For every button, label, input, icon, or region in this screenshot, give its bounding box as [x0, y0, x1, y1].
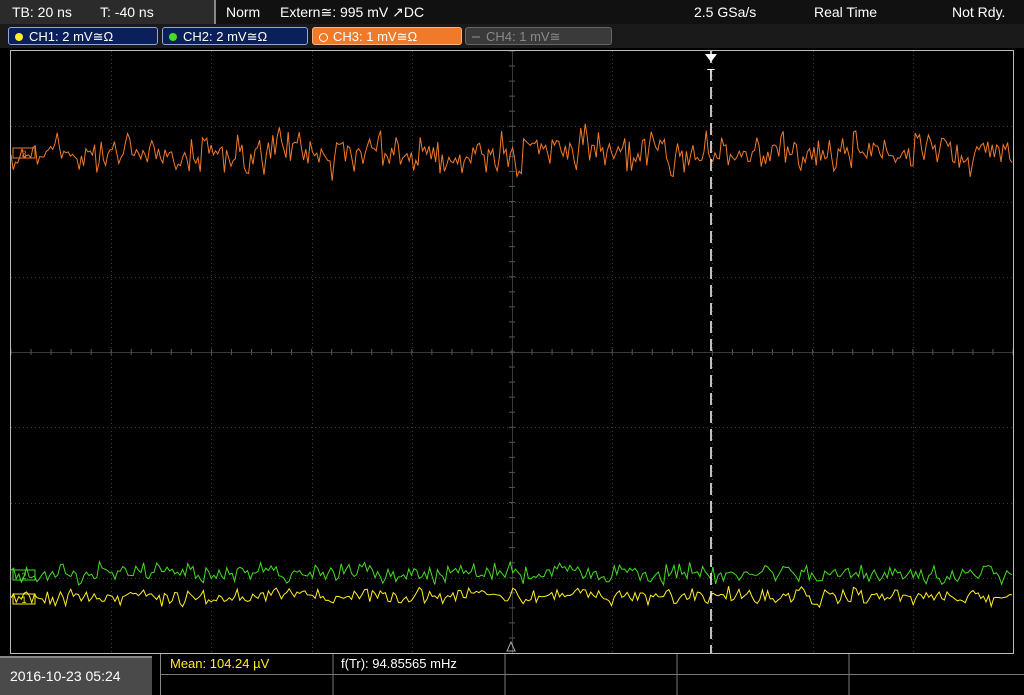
- sample-rate-readout[interactable]: 2.5 GSa/s: [694, 0, 756, 24]
- status-divider: [214, 0, 216, 24]
- channel-1-tab[interactable]: CH1: 2 mV≅Ω: [8, 27, 158, 45]
- channel-3-dot-icon: [319, 33, 328, 42]
- channel-1-dot-icon: [15, 33, 23, 41]
- graticule: [11, 51, 1013, 653]
- channel-4-label: CH4: 1 mV≅: [486, 29, 561, 44]
- channel-4-tab[interactable]: CH4: 1 mV≅: [465, 27, 612, 45]
- channel-1-marker-label: 1: [21, 595, 26, 605]
- channel-1-label: CH1: 2 mV≅Ω: [29, 29, 114, 44]
- trigger-mode-readout[interactable]: Norm: [226, 0, 260, 24]
- channel-3-tab[interactable]: CH3: 1 mV≅Ω: [312, 27, 462, 45]
- channel-tabs: CH1: 2 mV≅Ω CH2: 2 mV≅Ω CH3: 1 mV≅Ω CH4:…: [0, 24, 1024, 48]
- frequency-measurement[interactable]: f(Tr): 94.85565 mHz: [341, 656, 457, 671]
- channel-2-tab[interactable]: CH2: 2 mV≅Ω: [162, 27, 308, 45]
- datetime-box: 2016-10-23 05:24: [0, 656, 152, 695]
- trigger-time-readout[interactable]: T: -40 ns: [100, 0, 154, 24]
- channel-3-trace: [11, 123, 1013, 181]
- trigger-source-readout[interactable]: Extern≅: 995 mV ↗DC: [280, 0, 424, 24]
- trigger-arrow-icon[interactable]: [705, 54, 717, 62]
- measurement-grid-lines: [161, 654, 1024, 695]
- channel-2-label: CH2: 2 mV≅Ω: [183, 29, 268, 44]
- measurement-panel[interactable]: Mean: 104.24 µV f(Tr): 94.85565 mHz: [160, 654, 1024, 695]
- timebase-readout[interactable]: TB: 20 ns: [12, 0, 72, 24]
- channel-2-dot-icon: [169, 33, 177, 41]
- trigger-marker-label: T: [707, 66, 715, 81]
- waveform-display[interactable]: T 3 2 1: [10, 50, 1014, 654]
- channel-2-marker-label: 2: [21, 571, 26, 581]
- datetime-readout: 2016-10-23 05:24: [10, 668, 121, 684]
- channel-3-label: CH3: 1 mV≅Ω: [333, 29, 418, 44]
- channel-4-dash-icon: [472, 36, 480, 38]
- acquisition-mode-readout[interactable]: Real Time: [814, 0, 877, 24]
- channel-1-trace: [11, 585, 1013, 609]
- status-bar: TB: 20 ns T: -40 ns Norm Extern≅: 995 mV…: [0, 0, 1024, 24]
- channel-3-marker-label: 3: [21, 149, 26, 159]
- channel-2-trace: [11, 559, 1013, 587]
- horizontal-position-icon[interactable]: [506, 640, 516, 652]
- mean-measurement[interactable]: Mean: 104.24 µV: [170, 656, 269, 671]
- acquisition-status: Not Rdy.: [952, 4, 1006, 20]
- waveform-svg: T 3 2 1: [11, 51, 1013, 653]
